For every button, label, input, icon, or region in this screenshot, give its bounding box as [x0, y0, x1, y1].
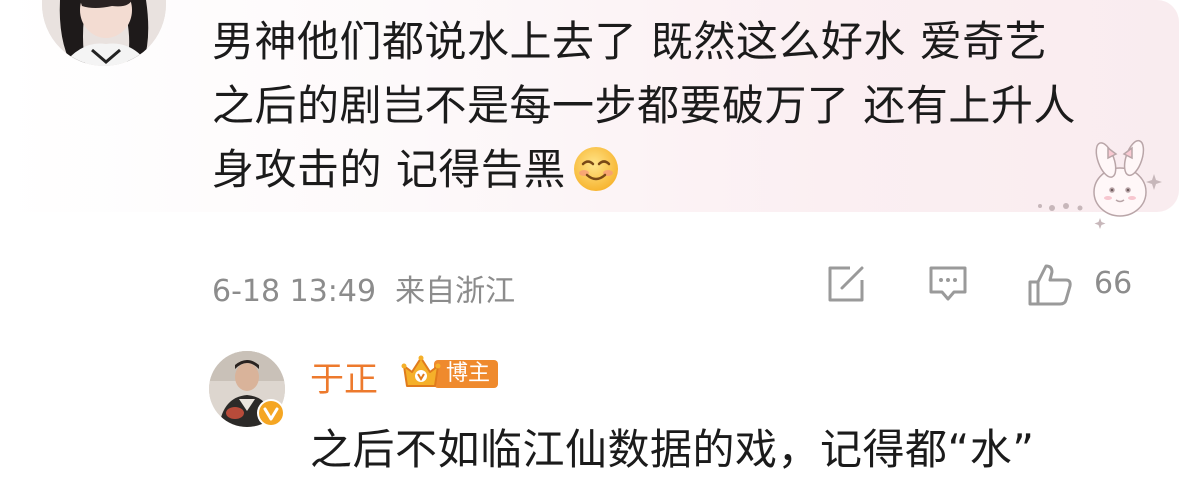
like-count: 66 — [1094, 266, 1133, 301]
comment-icon[interactable] — [926, 262, 970, 306]
reply-author-name[interactable]: 于正 — [310, 352, 378, 401]
blogger-badge: 博主 — [400, 354, 499, 392]
share-icon[interactable] — [824, 262, 868, 306]
smile-emoji-icon — [572, 145, 620, 193]
comment-line: 男神他们都说水上去了 既然这么好水 爱奇艺 — [212, 17, 1048, 66]
crown-icon — [400, 354, 442, 392]
comment-line-text: 身攻击的 记得告黑 — [212, 145, 566, 194]
comment-thread: 男神他们都说水上去了 既然这么好水 爱奇艺 之后的剧岂不是每一步都要破万了 还有… — [0, 0, 1179, 493]
thumbs-up-icon[interactable] — [1026, 262, 1072, 306]
comment-timestamp: 6-18 13:49 来自浙江 — [212, 266, 515, 310]
blogger-badge-label: 博主 — [434, 360, 499, 388]
bunny-sticker-icon — [1020, 130, 1170, 230]
comment-location: 来自浙江 — [395, 274, 516, 309]
comment-time: 6-18 13:49 — [212, 274, 377, 309]
comment-body: 男神他们都说水上去了 既然这么好水 爱奇艺 之后的剧岂不是每一步都要破万了 还有… — [212, 10, 1142, 202]
comment-line: 之后的剧岂不是每一步都要破万了 还有上升人 — [212, 81, 1076, 130]
verified-badge-icon — [256, 398, 286, 428]
reply-body: 之后不如临江仙数据的戏，记得都“水” — [310, 425, 1035, 474]
comment-line-last: 身攻击的 记得告黑 — [212, 138, 1142, 202]
comment-meta-row: 6-18 13:49 来自浙江 66 — [212, 258, 1152, 312]
